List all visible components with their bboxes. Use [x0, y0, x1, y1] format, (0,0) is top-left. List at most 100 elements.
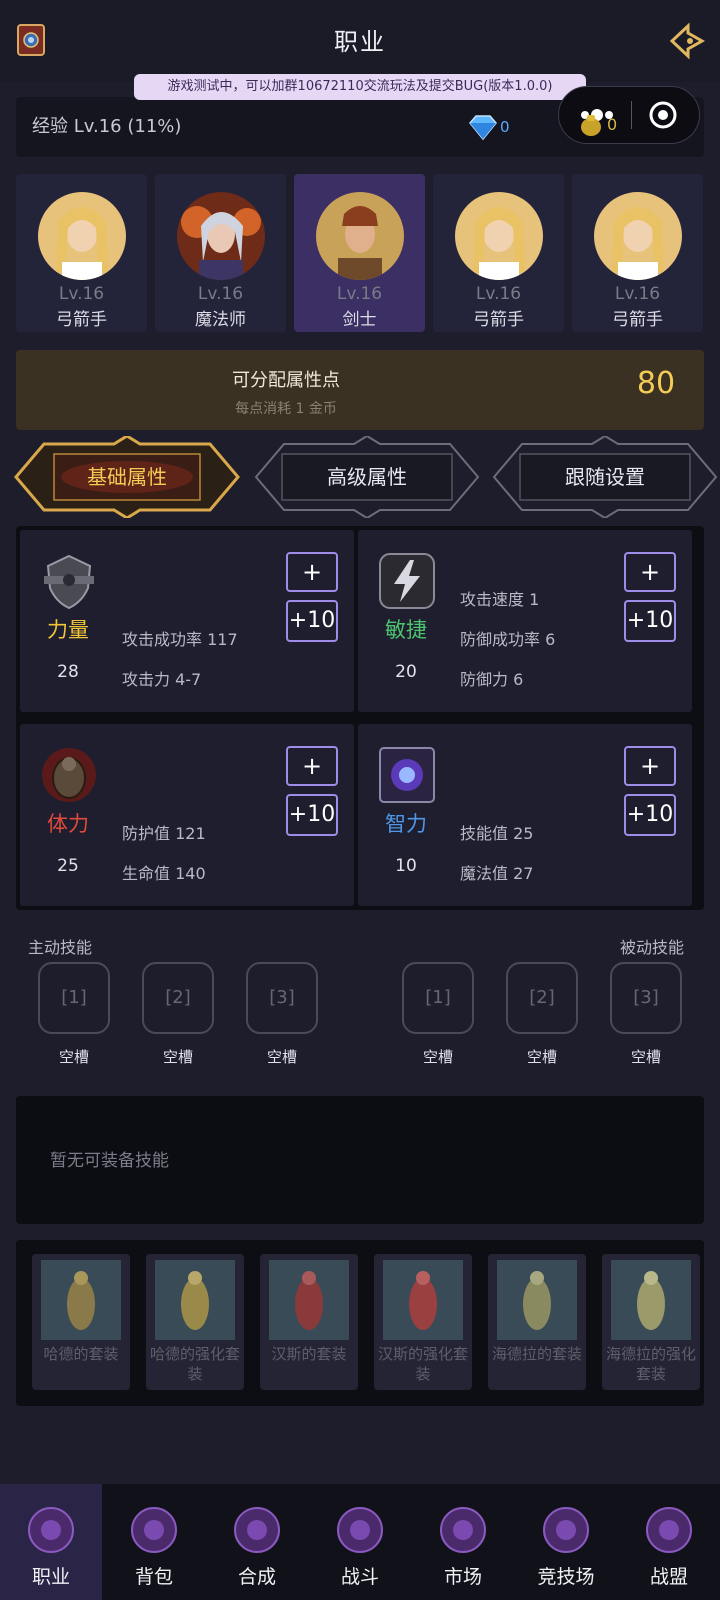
- close-miniprogram-icon[interactable]: [647, 99, 679, 131]
- stat-name: 敏捷: [385, 618, 427, 642]
- stat-detail: 防御力 6: [460, 670, 524, 689]
- equipment-set-item[interactable]: 汉斯的强化套装: [374, 1254, 472, 1390]
- nav-craft[interactable]: 合成: [206, 1484, 308, 1600]
- character-class: 剑士: [342, 310, 377, 330]
- add-one-button[interactable]: +: [286, 552, 338, 592]
- tab-label: 跟随设置: [565, 465, 645, 489]
- character-card-swordsman[interactable]: Lv.16 剑士: [294, 174, 425, 332]
- passive-skill-slot-2[interactable]: [2]: [506, 962, 578, 1034]
- add-one-button[interactable]: +: [624, 552, 676, 592]
- character-class: 弓箭手: [56, 310, 107, 330]
- alliance-orb-icon: [646, 1507, 692, 1553]
- archer-portrait: [594, 192, 682, 280]
- armor-icon: [42, 748, 96, 802]
- armor-set-image: [269, 1260, 349, 1340]
- add-one-button[interactable]: +: [286, 746, 338, 786]
- add-ten-button[interactable]: +10: [286, 794, 338, 836]
- character-card-mage[interactable]: Lv.16 魔法师: [155, 174, 286, 332]
- nav-battle[interactable]: 战斗: [309, 1484, 411, 1600]
- stat-card-agility: 敏捷 20 攻击速度 1 防御成功率 6 防御力 6 + +10: [358, 530, 692, 712]
- character-card-archer-1[interactable]: Lv.16 弓箭手: [16, 174, 147, 332]
- nav-class[interactable]: 职业: [0, 1484, 102, 1600]
- nav-label: 战斗: [340, 1566, 379, 1588]
- equipment-set-item[interactable]: 海德拉的套装: [488, 1254, 586, 1390]
- tab-follow-settings[interactable]: 跟随设置: [492, 436, 718, 518]
- diamond-icon: [469, 115, 497, 141]
- craft-orb-icon: [234, 1507, 280, 1553]
- equipment-sets-list[interactable]: 哈德的套装 哈德的强化套装 汉斯的套装 汉斯的强化套装 海德拉的套装 海德拉的强…: [16, 1240, 704, 1406]
- shield-icon: [44, 554, 94, 610]
- add-ten-button[interactable]: +10: [624, 600, 676, 642]
- diamond-count: 0: [500, 118, 510, 136]
- active-skills-title: 主动技能: [28, 938, 93, 957]
- nav-market[interactable]: 市场: [412, 1484, 514, 1600]
- archer-portrait: [38, 192, 126, 280]
- passive-skills-title: 被动技能: [620, 938, 685, 957]
- compass-arrow-icon[interactable]: [668, 22, 706, 60]
- stat-detail: 攻击力 4-7: [122, 670, 202, 689]
- character-card-archer-3[interactable]: Lv.16 弓箭手: [572, 174, 703, 332]
- arena-orb-icon: [543, 1507, 589, 1553]
- experience-label: 经验 Lv.16 (11%): [32, 116, 182, 137]
- nav-label: 市场: [443, 1566, 482, 1588]
- stat-detail: 防御成功率 6: [460, 630, 556, 649]
- nav-arena[interactable]: 竞技场: [515, 1484, 617, 1600]
- equippable-skills-panel: 暂无可装备技能: [16, 1096, 704, 1224]
- gold-count: 0: [607, 115, 618, 134]
- archer-portrait: [455, 192, 543, 280]
- equipment-set-item[interactable]: 哈德的套装: [32, 1254, 130, 1390]
- stat-value: 10: [395, 856, 417, 876]
- armor-set-image: [155, 1260, 235, 1340]
- nav-bag[interactable]: 背包: [103, 1484, 205, 1600]
- tab-label: 基础属性: [87, 465, 167, 489]
- character-level: Lv.16: [58, 284, 105, 304]
- slot-empty-label: 空槽: [526, 1048, 557, 1066]
- stat-detail: 攻击速度 1: [460, 590, 540, 609]
- character-class: 弓箭手: [612, 310, 663, 330]
- equipment-set-item[interactable]: 汉斯的套装: [260, 1254, 358, 1390]
- active-skill-slot-2[interactable]: [2]: [142, 962, 214, 1034]
- battle-orb-icon: [337, 1507, 383, 1553]
- swordsman-portrait: [316, 192, 404, 280]
- add-ten-button[interactable]: +10: [286, 600, 338, 642]
- active-skill-slot-1[interactable]: [1]: [38, 962, 110, 1034]
- active-skill-slot-3[interactable]: [3]: [246, 962, 318, 1034]
- no-skills-message: 暂无可装备技能: [50, 1151, 169, 1171]
- stat-name: 力量: [47, 618, 89, 642]
- character-level: Lv.16: [336, 284, 383, 304]
- add-one-button[interactable]: +: [624, 746, 676, 786]
- add-ten-button[interactable]: +10: [624, 794, 676, 836]
- stat-name: 智力: [385, 812, 427, 836]
- set-name: 汉斯的强化套装: [377, 1345, 468, 1383]
- armor-set-image: [41, 1260, 121, 1340]
- slot-empty-label: 空槽: [630, 1048, 661, 1066]
- stat-value: 28: [57, 662, 79, 682]
- character-level: Lv.16: [614, 284, 661, 304]
- gold-bag-icon: [581, 115, 601, 136]
- nav-label: 竞技场: [537, 1566, 595, 1588]
- armor-set-image: [611, 1260, 691, 1340]
- equipment-set-item[interactable]: 海德拉的强化套装: [602, 1254, 700, 1390]
- nav-label: 背包: [134, 1566, 173, 1588]
- class-orb-icon: [28, 1507, 74, 1553]
- nav-label: 职业: [31, 1566, 70, 1588]
- nav-alliance[interactable]: 战盟: [618, 1484, 720, 1600]
- armor-set-image: [383, 1260, 463, 1340]
- set-name: 海德拉的套装: [491, 1345, 582, 1363]
- passive-skill-slot-1[interactable]: [1]: [402, 962, 474, 1034]
- stat-value: 25: [57, 856, 79, 876]
- tab-advanced-attributes[interactable]: 高级属性: [254, 436, 480, 518]
- stat-value: 20: [395, 662, 417, 682]
- page-title: 职业: [334, 28, 386, 56]
- tab-basic-attributes[interactable]: 基础属性: [14, 436, 240, 518]
- stat-card-intellect: 智力 10 技能值 25 魔法值 27 + +10: [358, 724, 692, 906]
- character-card-archer-2[interactable]: Lv.16 弓箭手: [433, 174, 564, 332]
- passive-skill-slot-3[interactable]: [3]: [610, 962, 682, 1034]
- bag-orb-icon: [131, 1507, 177, 1553]
- set-name: 海德拉的强化套装: [605, 1345, 696, 1383]
- lightning-icon: [379, 553, 435, 609]
- set-name: 哈德的强化套装: [149, 1345, 240, 1383]
- slot-empty-label: 空槽: [58, 1048, 89, 1066]
- stat-detail: 生命值 140: [122, 864, 206, 883]
- equipment-set-item[interactable]: 哈德的强化套装: [146, 1254, 244, 1390]
